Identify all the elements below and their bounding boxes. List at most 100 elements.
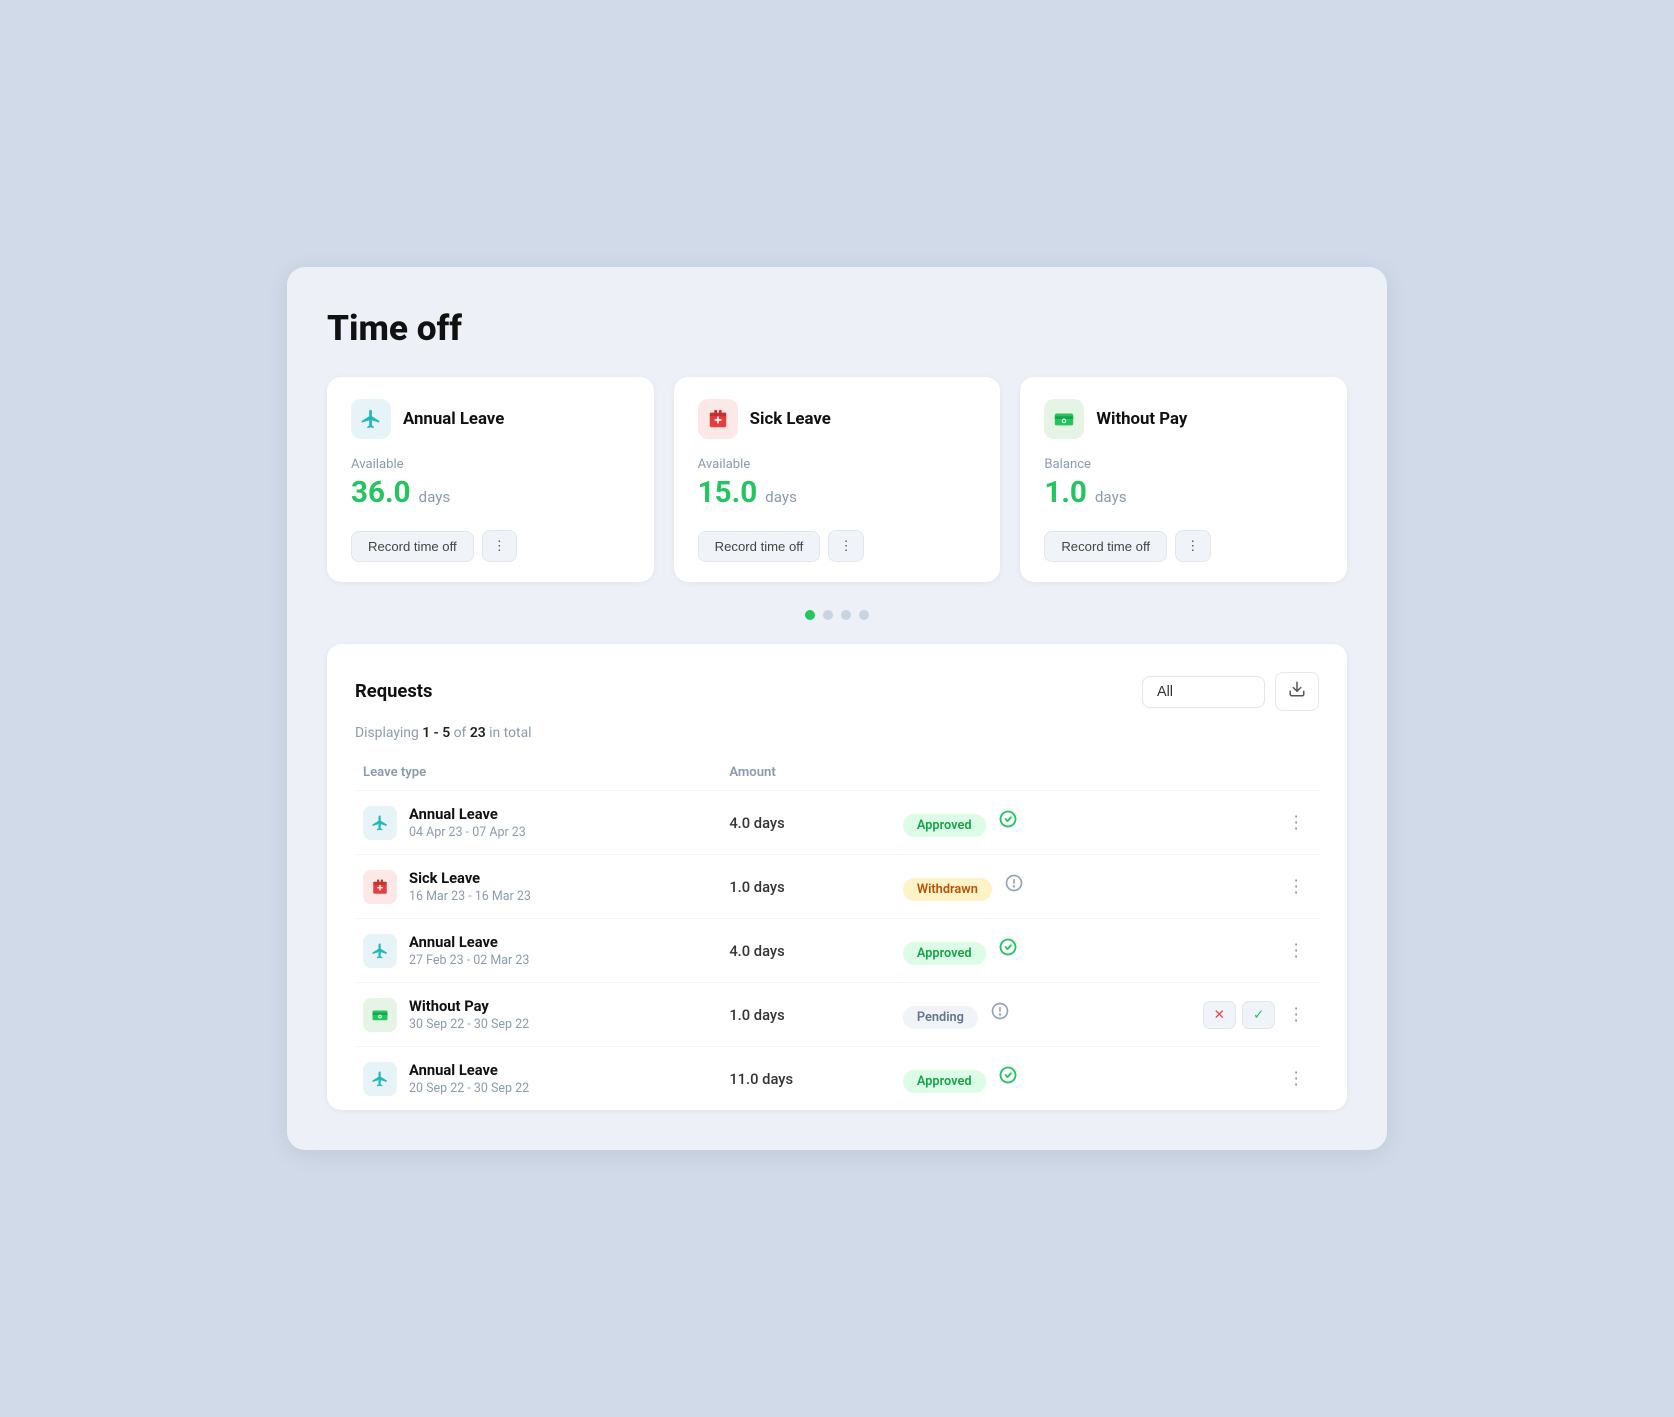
sick-leave-label: Available	[698, 457, 977, 472]
status-badge: Approved	[903, 814, 986, 837]
without-pay-more-button[interactable]: ⋮	[1175, 530, 1211, 562]
leave-date: 16 Mar 23 - 16 Mar 23	[409, 889, 531, 904]
row-more-button[interactable]: ⋮	[1281, 1064, 1311, 1093]
status-cell: Approved	[895, 919, 1165, 983]
sick-leave-title: Sick Leave	[750, 409, 831, 429]
status-badge: Approved	[903, 942, 986, 965]
annual-leave-record-button[interactable]: Record time off	[351, 531, 474, 562]
actions-cell: ⋮	[1165, 919, 1319, 983]
leave-date: 30 Sep 22 - 30 Sep 22	[409, 1017, 529, 1032]
row-actions: ⋮	[1173, 872, 1311, 901]
sick-leave-record-button[interactable]: Record time off	[698, 531, 821, 562]
table-row: Annual Leave 27 Feb 23 - 02 Mar 23 4.0 d…	[355, 919, 1319, 983]
row-annual-icon	[363, 934, 397, 968]
actions-cell: ✕ ✓ ⋮	[1165, 983, 1319, 1047]
col-header-actions	[1165, 755, 1319, 791]
leave-name: Annual Leave	[409, 805, 526, 823]
status-cell: Approved	[895, 1047, 1165, 1111]
without-pay-title: Without Pay	[1096, 409, 1187, 429]
leave-type-cell: Sick Leave 16 Mar 23 - 16 Mar 23	[355, 855, 721, 919]
sick-leave-actions: Record time off ⋮	[698, 530, 977, 562]
carousel-dot-3[interactable]	[841, 610, 851, 620]
annual-leave-more-button[interactable]: ⋮	[482, 530, 518, 562]
download-button[interactable]	[1275, 672, 1319, 711]
actions-cell: ⋮	[1165, 791, 1319, 855]
leave-name: Annual Leave	[409, 933, 529, 951]
leave-type-cell: Without Pay 30 Sep 22 - 30 Sep 22	[355, 983, 721, 1047]
without-pay-record-button[interactable]: Record time off	[1044, 531, 1167, 562]
row-actions: ⋮	[1173, 808, 1311, 837]
annual-leave-label: Available	[351, 457, 630, 472]
table-row: Without Pay 30 Sep 22 - 30 Sep 22 1.0 da…	[355, 983, 1319, 1047]
annual-leave-icon	[351, 399, 391, 439]
carousel-dot-4[interactable]	[859, 610, 869, 620]
sick-leave-value: 15.0	[698, 476, 758, 510]
actions-cell: ⋮	[1165, 855, 1319, 919]
without-pay-icon	[1044, 399, 1084, 439]
leave-type-cell: Annual Leave 04 Apr 23 - 07 Apr 23	[355, 791, 721, 855]
row-actions: ✕ ✓ ⋮	[1173, 1000, 1311, 1029]
approve-button[interactable]: ✓	[1242, 1001, 1275, 1029]
status-info-icon	[1004, 878, 1024, 898]
status-approved-icon	[998, 942, 1018, 962]
row-actions: ⋮	[1173, 1064, 1311, 1093]
requests-panel: Requests All Annual Leave Sick Leave Wit…	[327, 644, 1347, 1110]
annual-leave-title: Annual Leave	[403, 409, 504, 429]
amount-cell: 4.0 days	[721, 919, 895, 983]
carousel-dot-2[interactable]	[823, 610, 833, 620]
leave-date: 20 Sep 22 - 30 Sep 22	[409, 1081, 529, 1096]
requests-filter: All Annual Leave Sick Leave Without Pay	[1142, 672, 1319, 711]
table-row: Annual Leave 04 Apr 23 - 07 Apr 23 4.0 d…	[355, 791, 1319, 855]
requests-title: Requests	[355, 681, 432, 702]
reject-button[interactable]: ✕	[1203, 1001, 1236, 1029]
actions-cell: ⋮	[1165, 1047, 1319, 1111]
without-pay-unit: days	[1095, 488, 1127, 506]
row-more-button[interactable]: ⋮	[1281, 1000, 1311, 1029]
status-approved-icon	[998, 814, 1018, 834]
status-cell: Withdrawn	[895, 855, 1165, 919]
leave-date: 04 Apr 23 - 07 Apr 23	[409, 825, 526, 840]
without-pay-card-header: Without Pay	[1044, 399, 1323, 439]
status-badge: Approved	[903, 1070, 986, 1093]
leave-name: Without Pay	[409, 997, 529, 1015]
status-info-icon	[990, 1006, 1010, 1026]
filter-select[interactable]: All Annual Leave Sick Leave Without Pay	[1142, 676, 1265, 708]
status-approved-icon	[998, 1070, 1018, 1090]
row-actions: ⋮	[1173, 936, 1311, 965]
status-badge: Pending	[903, 1006, 978, 1029]
annual-leave-value: 36.0	[351, 476, 411, 510]
requests-header: Requests All Annual Leave Sick Leave Wit…	[355, 672, 1319, 711]
status-cell: Pending	[895, 983, 1165, 1047]
leave-cards: Annual Leave Available 36.0 days Record …	[327, 377, 1347, 582]
amount-cell: 1.0 days	[721, 983, 895, 1047]
row-sick-icon	[363, 870, 397, 904]
page-title: Time off	[327, 307, 1347, 349]
without-pay-actions: Record time off ⋮	[1044, 530, 1323, 562]
amount-cell: 1.0 days	[721, 855, 895, 919]
carousel-dot-1[interactable]	[805, 610, 815, 620]
table-row: Annual Leave 20 Sep 22 - 30 Sep 22 11.0 …	[355, 1047, 1319, 1111]
without-pay-card: Without Pay Balance 1.0 days Record time…	[1020, 377, 1347, 582]
leave-name: Annual Leave	[409, 1061, 529, 1079]
amount-cell: 4.0 days	[721, 791, 895, 855]
row-annual-icon	[363, 806, 397, 840]
row-wop-icon	[363, 998, 397, 1032]
sick-leave-icon	[698, 399, 738, 439]
main-container: Time off Annual Leave Available 36.0 day…	[287, 267, 1387, 1150]
sick-leave-unit: days	[765, 488, 797, 506]
annual-leave-actions: Record time off ⋮	[351, 530, 630, 562]
sick-leave-card-header: Sick Leave	[698, 399, 977, 439]
row-more-button[interactable]: ⋮	[1281, 872, 1311, 901]
leave-type-cell: Annual Leave 20 Sep 22 - 30 Sep 22	[355, 1047, 721, 1111]
leave-type-cell: Annual Leave 27 Feb 23 - 02 Mar 23	[355, 919, 721, 983]
annual-leave-card-header: Annual Leave	[351, 399, 630, 439]
sick-leave-card: Sick Leave Available 15.0 days Record ti…	[674, 377, 1001, 582]
row-more-button[interactable]: ⋮	[1281, 808, 1311, 837]
sick-leave-more-button[interactable]: ⋮	[828, 530, 864, 562]
row-annual-icon	[363, 1062, 397, 1096]
leave-name: Sick Leave	[409, 869, 531, 887]
table-row: Sick Leave 16 Mar 23 - 16 Mar 23 1.0 day…	[355, 855, 1319, 919]
requests-table: Leave type Amount Annual Leave 04 Apr 23	[355, 755, 1319, 1110]
annual-leave-unit: days	[419, 488, 451, 506]
row-more-button[interactable]: ⋮	[1281, 936, 1311, 965]
